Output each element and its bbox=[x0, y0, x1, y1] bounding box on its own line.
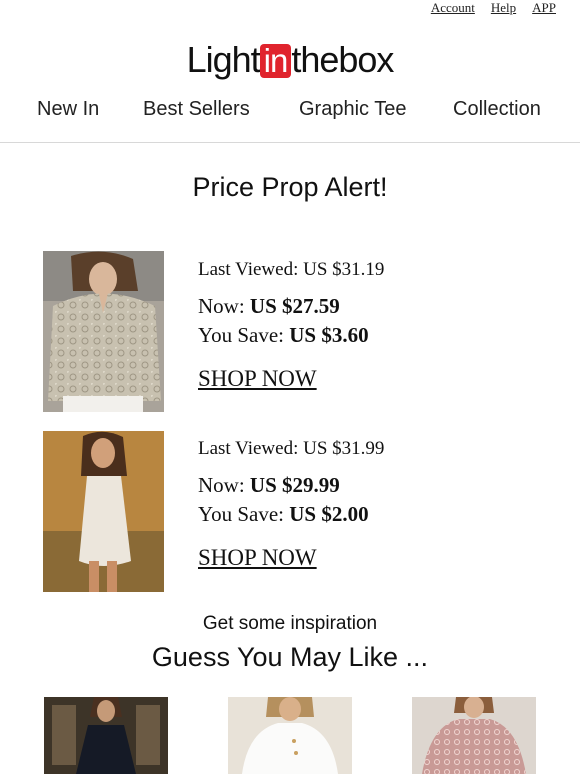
product-image-dress[interactable] bbox=[43, 431, 164, 592]
now-price-row: Now: US $27.59 bbox=[198, 292, 384, 321]
top-links: Account Help APP bbox=[431, 0, 556, 16]
last-viewed-price: Last Viewed: US $31.99 bbox=[198, 438, 385, 459]
app-link[interactable]: APP bbox=[532, 0, 556, 16]
logo-text-in: in bbox=[259, 44, 292, 78]
guess-you-may-like-title: Guess You May Like ... bbox=[151, 642, 429, 672]
now-label: Now: bbox=[198, 294, 245, 318]
you-save-amount: US $2.00 bbox=[289, 502, 369, 526]
nav-new-in[interactable]: New In bbox=[37, 98, 99, 121]
brand-logo[interactable]: Light in thebox bbox=[0, 39, 580, 81]
nav-best-sellers[interactable]: Best Sellers bbox=[143, 98, 250, 121]
now-price: US $27.59 bbox=[249, 294, 340, 318]
shop-now-link[interactable]: SHOP NOW bbox=[198, 545, 317, 571]
page-title: Price Prop Alert! bbox=[192, 172, 388, 202]
now-label: Now: bbox=[198, 473, 245, 497]
nav-graphic-tee[interactable]: Graphic Tee bbox=[299, 98, 406, 121]
you-save-row: You Save: US $2.00 bbox=[198, 500, 384, 529]
account-link[interactable]: Account bbox=[431, 0, 475, 16]
you-save-row: You Save: US $3.60 bbox=[198, 321, 384, 350]
help-link[interactable]: Help bbox=[491, 0, 516, 16]
nav-collection[interactable]: Collection bbox=[453, 98, 541, 121]
logo-text-left: Light bbox=[186, 39, 261, 80]
product-info: Last Viewed: US $31.99 Now: US $29.99 Yo… bbox=[198, 438, 384, 571]
logo-text-right: thebox bbox=[291, 39, 394, 80]
header-divider bbox=[0, 142, 580, 143]
product-image-blouse[interactable] bbox=[43, 251, 164, 412]
recommendation-image-pink-lace-top[interactable] bbox=[412, 697, 536, 774]
you-save-label: You Save: bbox=[198, 323, 284, 347]
product-info: Last Viewed: US $31.19 Now: US $27.59 Yo… bbox=[198, 259, 384, 392]
now-price: US $29.99 bbox=[249, 473, 340, 497]
inspiration-text: Get some inspiration bbox=[202, 613, 378, 634]
last-viewed-price: Last Viewed: US $31.19 bbox=[198, 259, 385, 280]
you-save-amount: US $3.60 bbox=[289, 323, 369, 347]
main-nav: New In Best Sellers Graphic Tee Collecti… bbox=[0, 98, 580, 124]
you-save-label: You Save: bbox=[198, 502, 284, 526]
recommendation-image-black-dress[interactable] bbox=[44, 697, 168, 774]
now-price-row: Now: US $29.99 bbox=[198, 471, 384, 500]
shop-now-link[interactable]: SHOP NOW bbox=[198, 366, 317, 392]
recommendation-image-white-blouse[interactable] bbox=[228, 697, 352, 774]
